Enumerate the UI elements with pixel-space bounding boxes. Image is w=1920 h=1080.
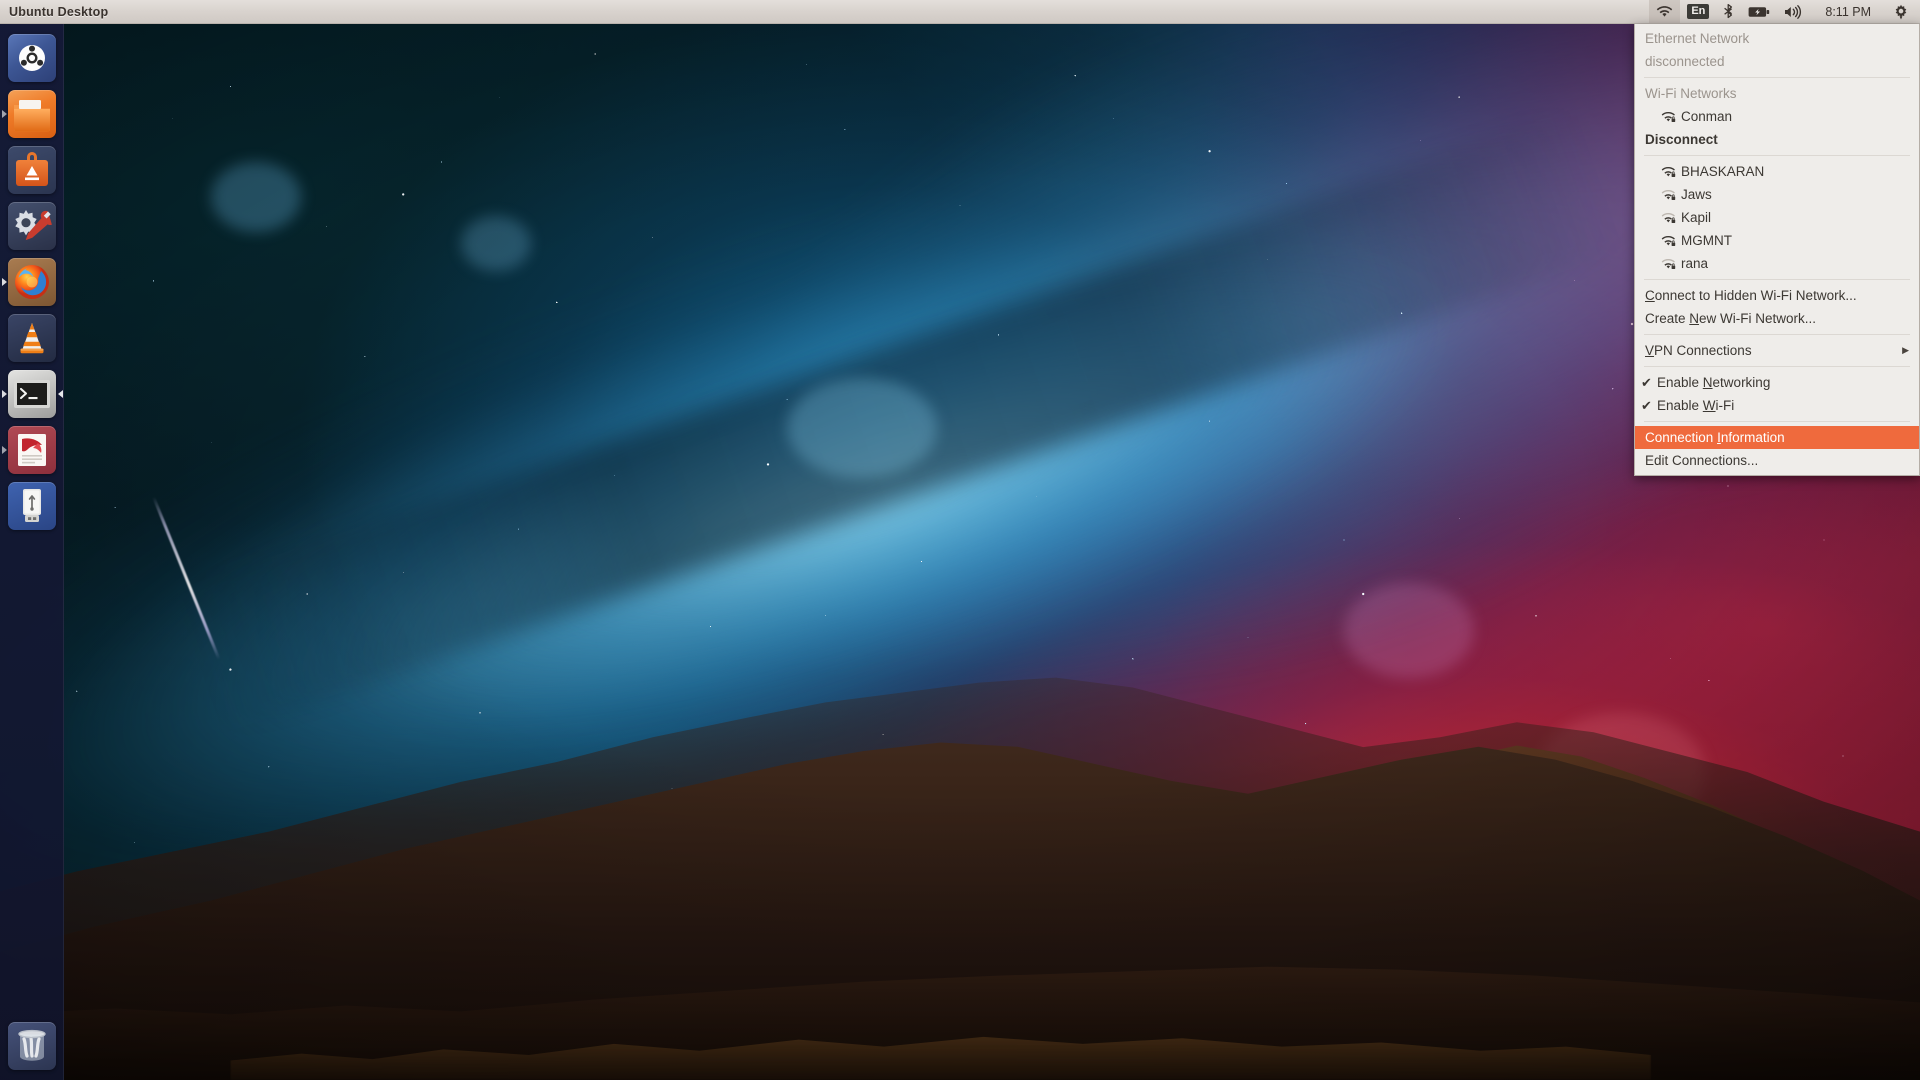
launcher-item-document-viewer[interactable] — [1, 426, 56, 474]
enable-wifi-item[interactable]: ✔ Enable Wi-Fi — [1635, 394, 1919, 417]
wifi-network-name: BHASKARAN — [1681, 164, 1765, 179]
trash-icon — [7, 1022, 56, 1070]
enable-wifi-label: i-Fi — [1715, 398, 1735, 413]
ubuntu-software-icon — [7, 146, 56, 194]
wifi-network-name: Kapil — [1681, 210, 1712, 225]
edit-connections-item[interactable]: Edit Connections... — [1635, 449, 1919, 472]
bluetooth-indicator[interactable] — [1716, 0, 1741, 23]
connect-hidden-label: onnect to Hidden Wi-Fi Network... — [1654, 288, 1857, 303]
wifi-signal-icon — [1657, 235, 1679, 247]
wifi-network-item[interactable]: MGMNT — [1635, 229, 1919, 252]
panel-title[interactable]: Ubuntu Desktop — [0, 5, 108, 19]
connect-hidden-wifi-item[interactable]: Connect to Hidden Wi-Fi Network... — [1635, 284, 1919, 307]
connection-information-label: nformation — [1720, 430, 1785, 445]
unity-launcher — [0, 24, 64, 1080]
network-indicator-menu: Ethernet Network disconnected Wi-Fi Netw… — [1634, 24, 1920, 476]
checkmark-icon: ✔ — [1641, 374, 1652, 390]
launcher-item-files[interactable] — [1, 90, 56, 138]
disconnect-item[interactable]: Disconnect — [1635, 128, 1919, 151]
wifi-section-title: Wi-Fi Networks — [1645, 86, 1737, 101]
launcher-item-firefox[interactable] — [1, 258, 56, 306]
running-indicator — [1, 390, 7, 398]
connection-information-item[interactable]: Connection Information — [1635, 426, 1919, 449]
vpn-connections-label: PN Connections — [1654, 343, 1752, 358]
checkmark-icon: ✔ — [1641, 397, 1652, 413]
volume-icon — [1785, 4, 1802, 19]
wifi-network-active[interactable]: Conman — [1635, 105, 1919, 128]
menu-separator — [1644, 155, 1910, 156]
clock[interactable]: 8:11 PM — [1810, 0, 1886, 23]
launcher-item-vlc[interactable] — [7, 314, 56, 362]
battery-indicator[interactable] — [1741, 0, 1777, 23]
vignette-overlay — [0, 0, 1920, 1080]
terminal-icon — [7, 370, 56, 418]
wifi-network-item[interactable]: Jaws — [1635, 183, 1919, 206]
wifi-signal-icon — [1657, 189, 1679, 201]
panel-indicator-area: En 8:11 PM — [1649, 0, 1920, 23]
wifi-signal-icon — [1657, 258, 1679, 270]
keyboard-layout-label: En — [1687, 3, 1710, 20]
document-viewer-icon — [7, 426, 56, 474]
wifi-network-name: Jaws — [1681, 187, 1712, 202]
launcher-item-usb-drive[interactable] — [7, 482, 56, 530]
files-icon — [7, 90, 56, 138]
launcher-item-trash[interactable] — [7, 1022, 56, 1070]
gear-icon — [1895, 4, 1907, 19]
wifi-signal-icon — [1657, 212, 1679, 224]
launcher-item-terminal[interactable] — [1, 370, 63, 418]
firefox-icon — [7, 258, 56, 306]
create-new-label: ew Wi-Fi Network... — [1699, 311, 1817, 326]
vpn-connections-item[interactable]: VPN Connections ▶ — [1635, 339, 1919, 362]
battery-icon — [1748, 6, 1770, 17]
wifi-icon — [1657, 6, 1673, 17]
running-indicator — [1, 278, 7, 286]
launcher-item-system-settings[interactable] — [7, 202, 56, 250]
wifi-network-name: MGMNT — [1681, 233, 1732, 248]
ethernet-status: disconnected — [1645, 54, 1725, 69]
desktop-wallpaper[interactable] — [0, 0, 1920, 1080]
running-indicator — [1, 110, 7, 118]
volume-indicator[interactable] — [1777, 0, 1810, 23]
usb-drive-icon — [7, 482, 56, 530]
menu-separator — [1644, 421, 1910, 422]
dash-home-icon — [7, 34, 56, 82]
enable-networking-label: etworking — [1712, 375, 1771, 390]
launcher-item-dash-home[interactable] — [7, 34, 56, 82]
running-indicator — [1, 446, 7, 454]
create-new-wifi-item[interactable]: Create New Wi-Fi Network... — [1635, 307, 1919, 330]
menu-separator — [1644, 279, 1910, 280]
enable-networking-item[interactable]: ✔ Enable Networking — [1635, 371, 1919, 394]
top-panel: Ubuntu Desktop En 8:11 PM — [0, 0, 1920, 24]
desktop-screen: Ubuntu Desktop En 8:11 PM Ethernet Netwo… — [0, 0, 1920, 1080]
focused-indicator — [57, 390, 63, 398]
clock-label: 8:11 PM — [1825, 4, 1871, 19]
menu-separator — [1644, 366, 1910, 367]
keyboard-layout-indicator[interactable]: En — [1680, 0, 1716, 23]
wifi-indicator[interactable] — [1649, 0, 1681, 23]
wifi-network-item[interactable]: Kapil — [1635, 206, 1919, 229]
wifi-network-item[interactable]: BHASKARAN — [1635, 160, 1919, 183]
system-settings-icon — [7, 202, 56, 250]
wifi-network-name: rana — [1681, 256, 1709, 271]
wifi-signal-icon — [1657, 111, 1679, 123]
wifi-signal-icon — [1657, 166, 1679, 178]
menu-separator — [1644, 77, 1910, 78]
menu-separator — [1644, 334, 1910, 335]
launcher-item-ubuntu-software[interactable] — [7, 146, 56, 194]
session-menu[interactable] — [1886, 0, 1916, 23]
wifi-network-name: Conman — [1681, 109, 1733, 124]
wifi-network-item[interactable]: rana — [1635, 252, 1919, 275]
chevron-right-icon: ▶ — [1902, 345, 1909, 355]
vlc-icon — [7, 314, 56, 362]
bluetooth-icon — [1724, 4, 1733, 19]
wifi-network-list: BHASKARAN Jaws Kapil MGMNT rana — [1635, 160, 1919, 275]
ethernet-section-title: Ethernet Network — [1645, 31, 1750, 46]
